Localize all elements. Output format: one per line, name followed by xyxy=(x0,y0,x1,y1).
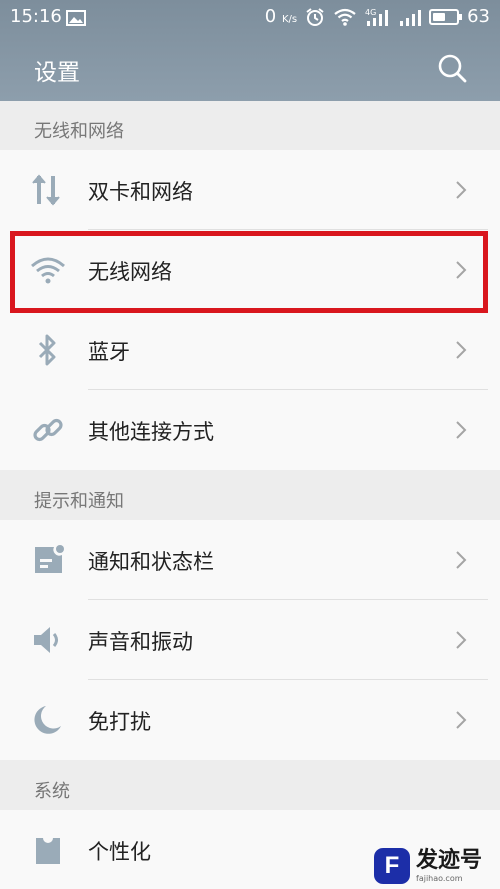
section-header-wireless: 无线和网络 xyxy=(0,101,500,150)
chevron-right-icon xyxy=(456,711,467,729)
settings-item-label: 双卡和网络 xyxy=(88,180,193,204)
wifi-status-icon xyxy=(334,8,356,26)
settings-item-bluetooth[interactable]: 蓝牙 xyxy=(0,310,500,390)
settings-item-label: 蓝牙 xyxy=(88,340,130,364)
network-speed: 0 K/s xyxy=(264,6,298,27)
settings-item-label: 免打扰 xyxy=(88,710,151,734)
chevron-right-icon xyxy=(456,551,467,569)
chevron-right-icon xyxy=(456,631,467,649)
status-time: 15:16 xyxy=(10,6,62,27)
settings-item-wlan[interactable]: 无线网络 xyxy=(0,230,500,310)
page-title: 设置 xyxy=(34,60,80,86)
settings-item-other-connections[interactable]: 其他连接方式 xyxy=(0,390,500,470)
svg-text:4G: 4G xyxy=(365,8,376,17)
image-notification-icon xyxy=(66,10,86,26)
bluetooth-icon xyxy=(38,334,56,366)
wifi-icon xyxy=(31,257,65,284)
search-icon xyxy=(438,54,467,83)
chevron-right-icon xyxy=(456,341,467,359)
section-header-system: 系统 xyxy=(0,760,500,810)
status-bar: 15:16 0 K/s 4G 63 xyxy=(0,0,500,36)
settings-item-label: 其他连接方式 xyxy=(88,420,214,444)
link-icon xyxy=(33,418,63,442)
battery-percent: 63 xyxy=(467,6,490,27)
signal-4g-icon: 4G xyxy=(365,8,389,26)
app-header: 15:16 0 K/s 4G 63 设置 xyxy=(0,0,500,101)
chevron-right-icon xyxy=(456,421,467,439)
settings-item-label: 通知和状态栏 xyxy=(88,550,214,574)
signal-icon xyxy=(400,9,422,26)
notification-icon xyxy=(35,545,64,573)
settings-item-notification-bar[interactable]: 通知和状态栏 xyxy=(0,520,500,600)
settings-item-dual-sim[interactable]: 双卡和网络 xyxy=(0,150,500,230)
watermark-name: 发迹号 xyxy=(416,847,483,873)
search-button[interactable] xyxy=(436,52,468,84)
settings-item-label: 个性化 xyxy=(88,840,151,864)
settings-item-do-not-disturb[interactable]: 免打扰 xyxy=(0,680,500,760)
watermark-url: fajihao.com xyxy=(416,873,463,883)
personalize-icon xyxy=(36,838,60,864)
moon-icon xyxy=(34,706,61,734)
speaker-icon xyxy=(34,627,58,653)
watermark: F 发迹号 fajihao.com xyxy=(374,846,482,886)
settings-item-label: 无线网络 xyxy=(88,260,172,284)
section-header-notifications: 提示和通知 xyxy=(0,470,500,520)
chevron-right-icon xyxy=(456,181,467,199)
watermark-text: 发迹号 fajihao.com xyxy=(416,847,483,883)
watermark-logo-icon: F xyxy=(374,848,410,884)
alarm-icon xyxy=(306,7,324,26)
settings-item-sound-vibration[interactable]: 声音和振动 xyxy=(0,600,500,680)
chevron-right-icon xyxy=(456,261,467,279)
status-right: 0 K/s 4G 63 xyxy=(265,6,490,27)
settings-item-label: 声音和振动 xyxy=(88,630,193,654)
dual-sim-icon xyxy=(32,174,60,206)
battery-icon xyxy=(429,8,463,25)
